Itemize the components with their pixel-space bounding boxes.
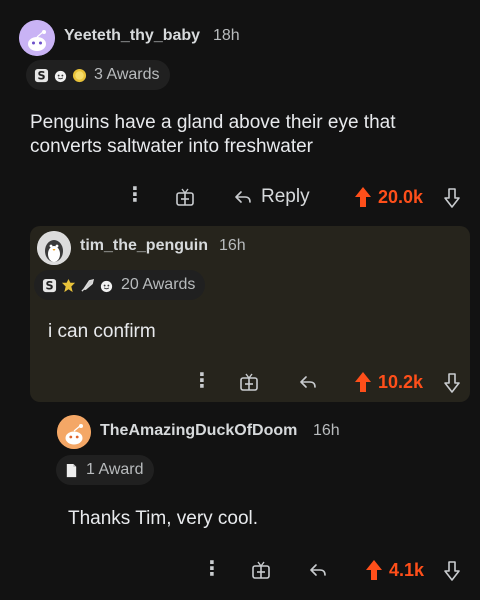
gift-icon [240,373,258,391]
username[interactable]: tim_the_penguin [80,237,208,255]
comment-body-line: converts saltwater into freshwater [30,136,314,157]
upvote-button[interactable]: 20.0k [354,186,423,208]
gold-crown-award-icon [61,278,76,292]
downvote-arrow-icon [444,373,460,393]
gift-icon [176,188,194,206]
downvote-button[interactable] [443,187,461,209]
reply-button[interactable] [298,372,318,392]
user-avatar[interactable] [37,231,71,265]
username[interactable]: TheAmazingDuckOfDoom [100,422,297,440]
penguin-avatar-icon [37,231,71,265]
snoo-avatar-icon [19,20,55,56]
reply-arrow-icon [310,564,326,576]
upvote-button[interactable]: 10.2k [354,371,423,393]
user-avatar[interactable] [19,20,55,56]
paper-award-icon [66,463,77,477]
more-options-icon[interactable]: ⋮ [192,371,212,391]
svg-text:S: S [45,279,53,292]
awards-count: 3 Awards [94,66,160,83]
rocket-award-icon [81,278,95,292]
awards-count: 1 Award [86,461,144,478]
vote-score: 20.0k [378,186,424,207]
comment-body: Penguins have a gland above their eye th… [30,111,470,159]
upvote-button[interactable]: 4.1k [365,559,424,581]
awards-badge[interactable]: 1 Award [56,455,154,485]
awards-count: 20 Awards [121,276,196,293]
comment-body: Thanks Tim, very cool. [68,507,258,531]
awards-badge[interactable]: S 20 Awards [34,270,206,300]
downvote-arrow-icon [444,561,460,581]
downvote-arrow-icon [444,188,460,208]
username[interactable]: Yeeteth_thy_baby [64,27,200,45]
more-options-icon[interactable]: ⋮ [125,185,145,205]
wholesome-award-icon [54,70,67,82]
upvote-arrow-icon [355,187,371,207]
silver-award-icon: S [42,278,57,292]
timestamp: 16h [219,237,246,254]
comment-body-line: Penguins have a gland above their eye th… [30,112,396,133]
downvote-button[interactable] [443,560,461,582]
comment-body: i can confirm [48,320,156,344]
awards-badge[interactable]: S 3 Awards [26,60,170,90]
downvote-button[interactable] [443,372,461,394]
reply-label: Reply [261,186,310,207]
silver-award-icon: S [34,68,49,82]
vote-score: 4.1k [389,559,425,580]
reply-button[interactable]: Reply [233,186,310,208]
upvote-arrow-icon [366,560,382,580]
more-options-icon[interactable]: ⋮ [202,559,222,579]
save-button[interactable] [251,560,271,580]
user-avatar[interactable] [57,415,91,449]
gift-icon [252,561,270,579]
timestamp: 18h [213,27,240,44]
comment: Yeeteth_thy_baby 18h S 3 Awards Penguins… [0,0,480,222]
comment-highlighted: tim_the_penguin 16h S 20 Awards i can co… [30,226,470,402]
vote-score: 10.2k [378,371,424,392]
gold-award-icon [72,68,87,82]
comment-body-line: Thanks Tim, very cool. [68,508,259,529]
save-button[interactable] [175,187,195,207]
comment: TheAmazingDuckOfDoom 16h 1 Award Thanks … [52,405,480,600]
timestamp: 16h [313,422,340,439]
svg-text:S: S [37,69,45,82]
reply-arrow-icon [300,376,316,388]
reply-arrow-icon [235,191,251,203]
snoo-avatar-icon [57,415,91,449]
comment-body-line: i can confirm [48,321,156,342]
wholesome-award-icon [100,280,113,292]
reply-button[interactable] [308,560,328,580]
save-button[interactable] [239,372,259,392]
upvote-arrow-icon [355,372,371,392]
